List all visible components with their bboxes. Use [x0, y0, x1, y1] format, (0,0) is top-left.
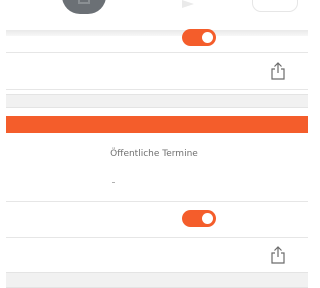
row-divider — [6, 89, 308, 90]
section-divider — [6, 30, 308, 36]
toggle-knob — [202, 213, 213, 224]
row-divider — [6, 201, 308, 202]
toggle-switch[interactable] — [182, 210, 216, 227]
section-value — [112, 182, 115, 183]
share-icon[interactable] — [270, 62, 286, 80]
toggle-knob — [202, 32, 213, 43]
pill-button[interactable] — [252, 0, 298, 12]
section-header-bar — [6, 116, 308, 133]
section-separator — [6, 272, 308, 288]
calendar-icon — [62, 0, 106, 14]
arrow-icon — [182, 0, 194, 8]
section-separator — [6, 94, 308, 108]
row-divider — [6, 237, 308, 238]
share-icon[interactable] — [270, 246, 286, 264]
row-divider — [6, 52, 308, 53]
section-title: Öffentliche Termine — [110, 149, 198, 159]
toggle-switch[interactable] — [182, 29, 216, 46]
